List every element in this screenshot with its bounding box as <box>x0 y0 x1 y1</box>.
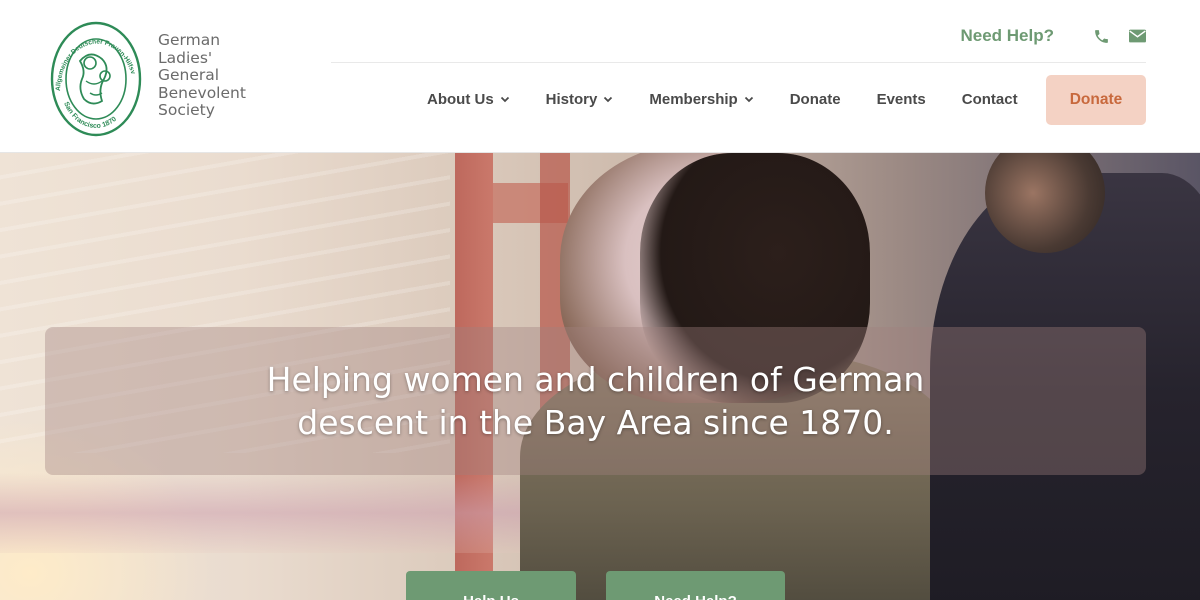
hero-section: Helping women and children of German des… <box>0 153 1200 600</box>
need-help-link[interactable]: Need Help? <box>960 26 1054 46</box>
site-header: Allgemeiner Deutscher Frauen-Hilfsverein… <box>0 0 1200 153</box>
hero-headline: Helping women and children of German des… <box>266 360 925 442</box>
chevron-down-icon <box>744 96 753 103</box>
nav-events[interactable]: Events <box>877 91 926 108</box>
logo-line-1: German <box>158 31 221 49</box>
logo-seal-icon[interactable]: Allgemeiner Deutscher Frauen-Hilfsverein… <box>50 21 142 137</box>
logo-line-3: General <box>158 66 220 84</box>
hero-banner: Helping women and children of German des… <box>45 327 1146 475</box>
seal-top-text: Allgemeiner Deutscher Frauen-Hilfsverein <box>50 21 136 91</box>
logo-line-2: Ladies' <box>158 48 213 67</box>
nav-donate[interactable]: Donate <box>790 91 841 108</box>
logo-line-4: Benevolent <box>158 83 246 102</box>
main-nav: About Us History Membership Donate Event… <box>427 74 1018 124</box>
logo-line-5: Society <box>158 101 215 119</box>
nav-membership[interactable]: Membership <box>649 91 753 108</box>
logo-wordmark[interactable]: German Ladies' General Benevolent Societ… <box>158 31 278 120</box>
utility-bar: Need Help? <box>960 22 1146 50</box>
nav-about-us-label: About Us <box>427 90 494 108</box>
envelope-icon[interactable] <box>1128 27 1146 45</box>
chevron-down-icon <box>604 96 613 103</box>
chevron-down-icon <box>500 96 509 103</box>
nav-membership-label: Membership <box>649 90 738 108</box>
nav-about-us[interactable]: About Us <box>427 91 510 108</box>
nav-contact[interactable]: Contact <box>962 91 1018 108</box>
header-divider <box>331 62 1146 63</box>
need-help-button[interactable]: Need Help? <box>606 571 785 600</box>
svg-text:Allgemeiner Deutscher Frauen-H: Allgemeiner Deutscher Frauen-Hilfsverein <box>50 21 136 91</box>
phone-icon[interactable] <box>1092 27 1110 45</box>
help-us-button[interactable]: Help Us <box>406 571 576 600</box>
nav-history-label: History <box>545 90 598 108</box>
donate-button[interactable]: Donate <box>1046 75 1146 125</box>
nav-history[interactable]: History <box>546 91 614 108</box>
